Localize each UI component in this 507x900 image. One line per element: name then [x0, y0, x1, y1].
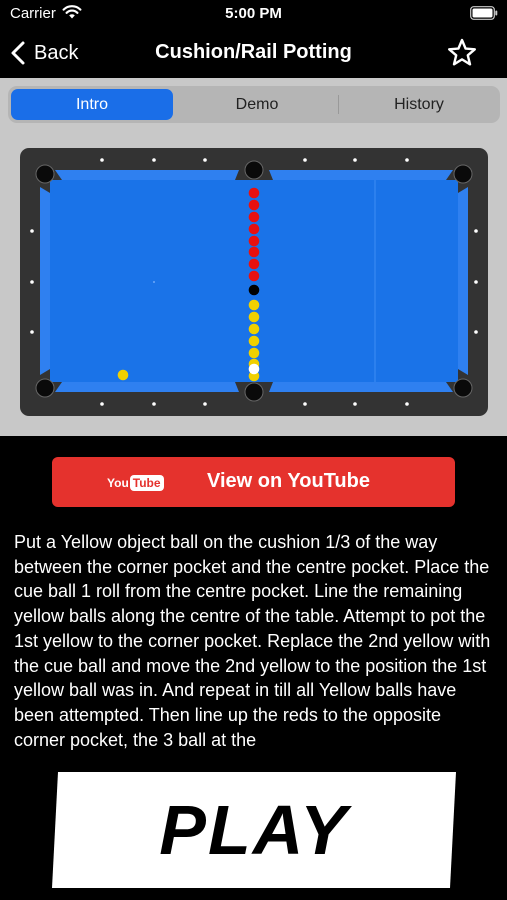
youtube-logo-tube: Tube: [129, 475, 164, 491]
navigation-bar: Back Cushion/Rail Potting: [0, 28, 507, 78]
drill-content: Intro Demo History: [0, 78, 507, 436]
tab-intro[interactable]: Intro: [11, 89, 173, 120]
back-button[interactable]: Back: [10, 38, 78, 68]
view-on-youtube-button[interactable]: You Tube View on YouTube: [52, 457, 455, 507]
youtube-logo-icon: You Tube: [107, 472, 164, 494]
tab-history-label: History: [394, 95, 444, 113]
clock: 5:00 PM: [225, 5, 282, 22]
black-ball: [248, 284, 260, 296]
cue-ball: [248, 363, 260, 375]
status-bar: Carrier 5:00 PM: [0, 0, 507, 28]
pool-table-diagram: [20, 148, 488, 416]
drill-description: Put a Yellow object ball on the cushion …: [14, 532, 491, 750]
play-label: PLAY: [159, 791, 349, 869]
tab-demo[interactable]: Demo: [176, 86, 338, 123]
table-spot: [153, 281, 155, 283]
segmented-control: Intro Demo History: [8, 86, 500, 123]
battery-icon: [470, 6, 498, 20]
youtube-logo-you: You: [107, 476, 129, 490]
back-label: Back: [34, 41, 79, 64]
play-button[interactable]: PLAY: [52, 772, 456, 888]
object-yellow-ball: [117, 369, 129, 381]
segment-divider: [338, 95, 339, 114]
page-title: Cushion/Rail Potting: [155, 41, 352, 63]
youtube-button-label: View on YouTube: [207, 470, 370, 492]
tab-history[interactable]: History: [338, 86, 500, 123]
chevron-left-icon: [11, 41, 25, 65]
tab-demo-label: Demo: [235, 95, 279, 113]
favorite-star-icon[interactable]: [446, 37, 478, 69]
